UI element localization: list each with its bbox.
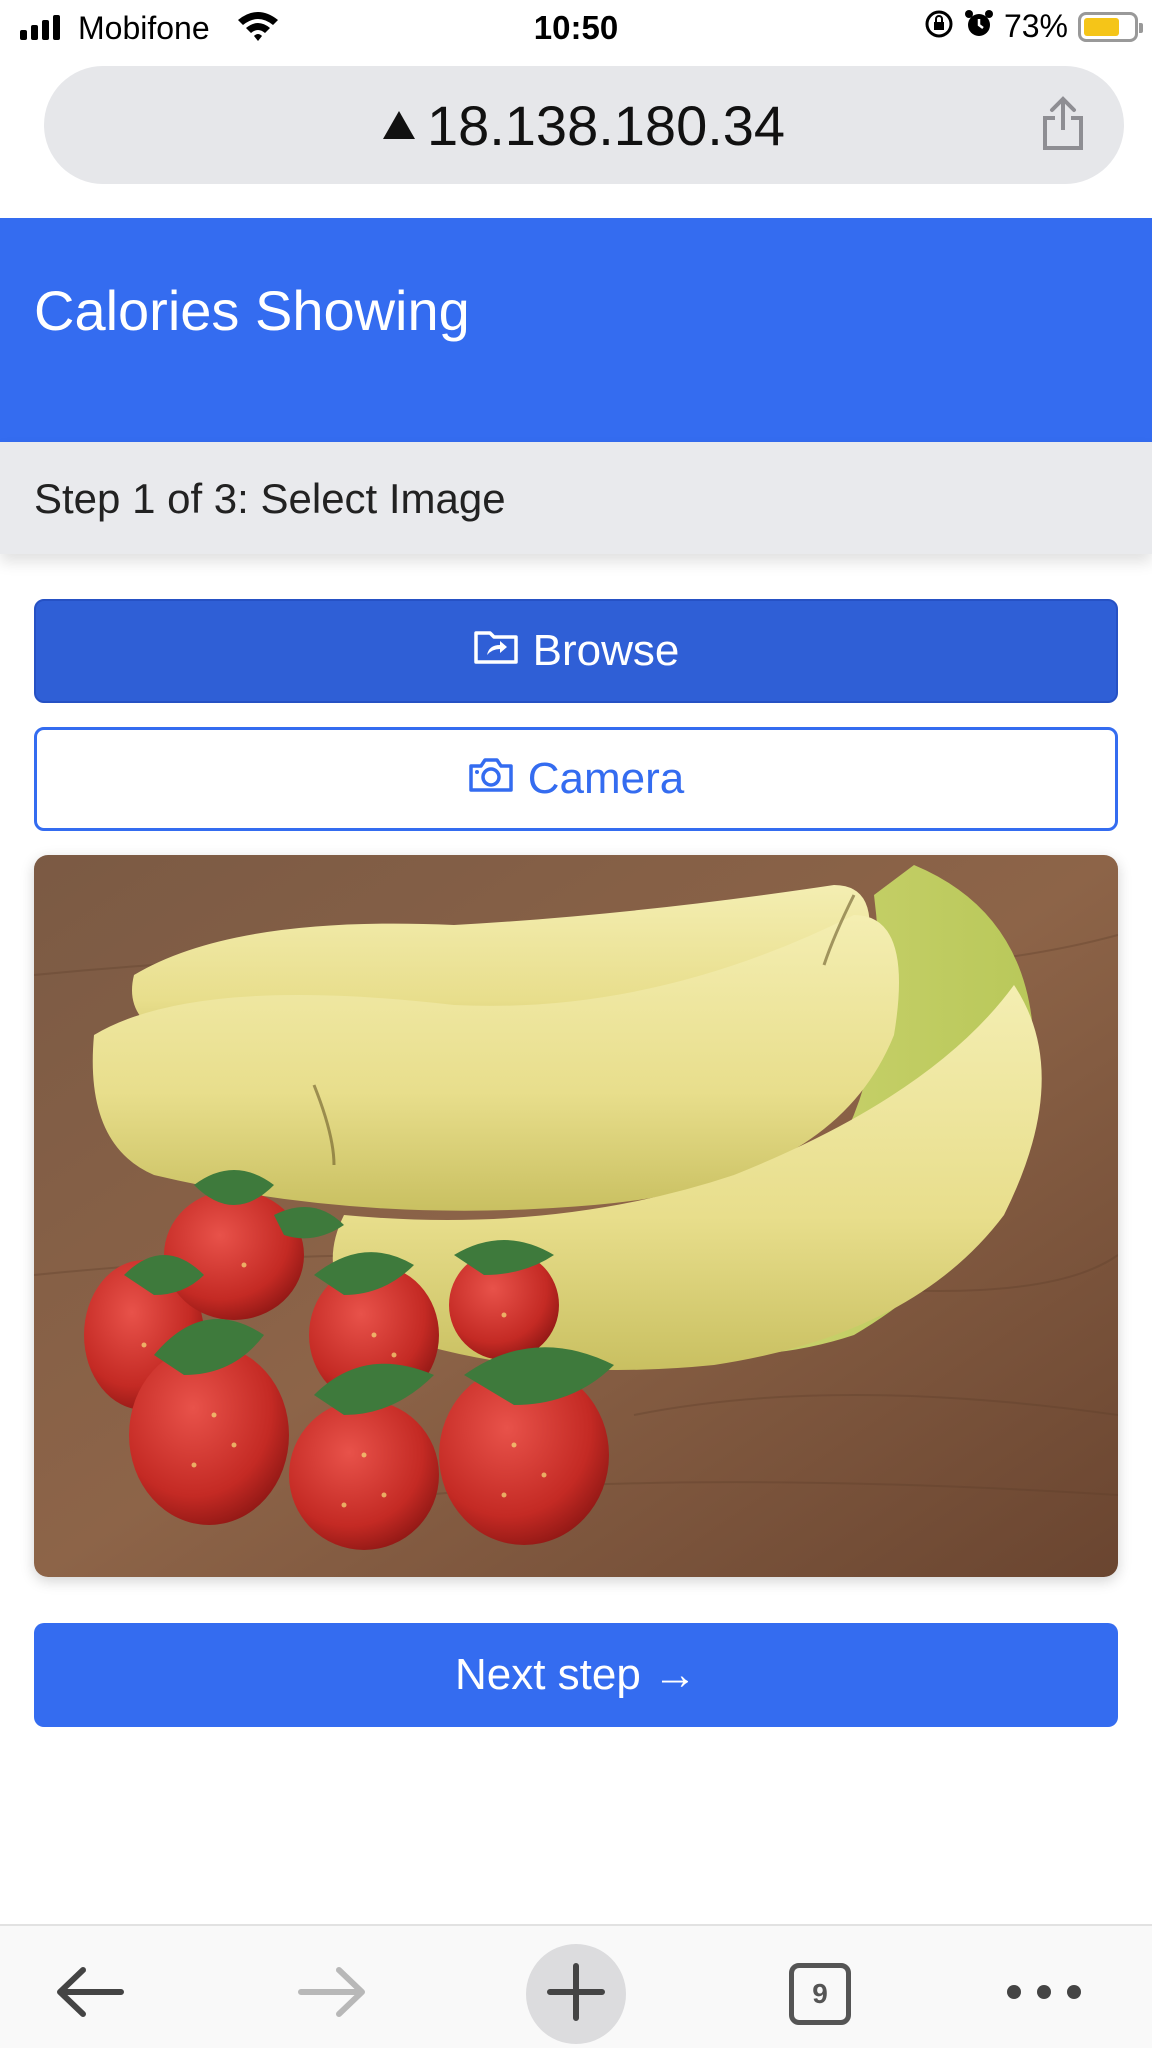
camera-button-label: Camera — [527, 754, 685, 803]
next-step-button-label: Next step → — [454, 1650, 698, 1699]
url-display[interactable]: 18.138.180.34 — [382, 93, 786, 158]
tab-switcher-button[interactable]: 9 — [770, 1944, 870, 2044]
step-label: Step 1 of 3: Select Image — [34, 475, 506, 522]
camera-icon — [468, 754, 514, 804]
tab-count: 9 — [789, 1963, 851, 2025]
arrow-right-icon — [297, 1966, 367, 2022]
battery-icon — [1078, 11, 1143, 42]
orientation-lock-icon — [924, 9, 954, 44]
alarm-icon — [964, 9, 994, 44]
share-icon[interactable] — [1040, 96, 1086, 157]
browse-button-label: Browse — [532, 626, 680, 675]
browser-toolbar: 9 — [0, 1924, 1152, 2048]
more-menu-button[interactable] — [994, 1944, 1094, 2044]
folder-share-icon — [473, 626, 519, 676]
arrow-left-icon — [55, 1966, 125, 2022]
app-header: Calories Showing — [0, 218, 1152, 442]
ellipsis-icon — [1004, 1982, 1084, 2007]
step-indicator: Step 1 of 3: Select Image — [0, 442, 1152, 554]
url-text: 18.138.180.34 — [426, 93, 786, 157]
status-bar: Mobifone 10:50 73% — [0, 0, 1152, 58]
selected-image-preview — [34, 855, 1118, 1577]
fruit-photo — [34, 855, 1118, 1577]
address-bar[interactable]: 18.138.180.34 — [44, 66, 1124, 184]
warning-triangle-icon — [382, 111, 415, 139]
battery-percent: 73% — [1003, 8, 1068, 44]
new-tab-button[interactable] — [526, 1944, 626, 2044]
plus-icon — [546, 1962, 606, 2027]
page-title: Calories Showing — [34, 279, 470, 342]
status-right: 73% — [924, 8, 1143, 45]
browse-button[interactable]: Browse — [34, 599, 1118, 703]
forward-button[interactable] — [282, 1944, 382, 2044]
back-button[interactable] — [40, 1944, 140, 2044]
camera-button[interactable]: Camera — [34, 727, 1118, 831]
next-step-button[interactable]: Next step → — [34, 1623, 1118, 1727]
battery-level-fill — [1084, 17, 1120, 36]
